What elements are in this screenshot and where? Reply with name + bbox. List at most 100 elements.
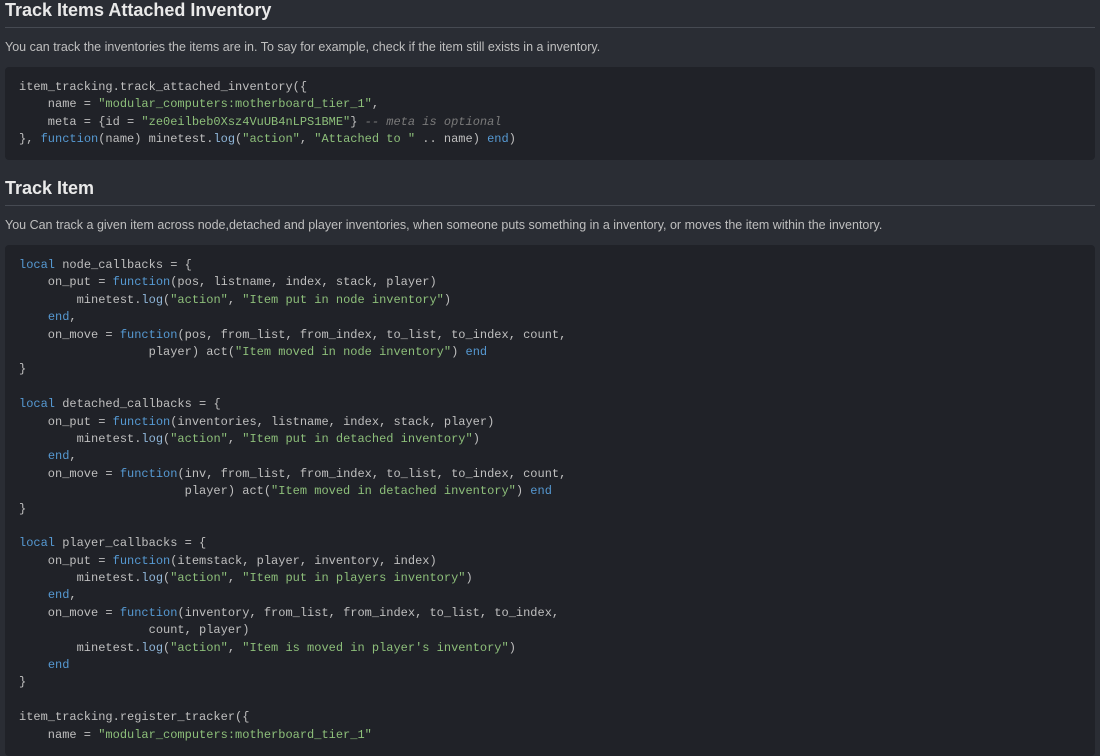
code-keyword: function (41, 132, 99, 146)
code-keyword: local (19, 258, 55, 272)
code-text: , (228, 641, 242, 655)
code-text: } (350, 115, 364, 129)
code-text: , (69, 449, 76, 463)
code-string: "Item moved in node inventory" (235, 345, 451, 359)
code-text: ( (163, 641, 170, 655)
code-text: } (19, 502, 26, 516)
code-text: ) (509, 641, 516, 655)
code-keyword: function (113, 415, 171, 429)
code-text: ) (509, 132, 516, 146)
code-text: , (228, 432, 242, 446)
code-string: "Item put in detached inventory" (242, 432, 472, 446)
code-keyword: end (48, 588, 70, 602)
code-text: (inventory, from_list, from_index, to_li… (177, 606, 559, 620)
code-text: ( (163, 571, 170, 585)
code-text: detached_callbacks = { (55, 397, 221, 411)
code-keyword: function (113, 554, 171, 568)
code-call: log (141, 293, 163, 307)
code-string: "Item put in players inventory" (242, 571, 465, 585)
code-text (19, 658, 48, 672)
code-text: (name) minetest. (98, 132, 213, 146)
code-comment: -- meta is optional (365, 115, 502, 129)
code-text: player_callbacks = { (55, 536, 206, 550)
code-text: on_put = (19, 415, 113, 429)
code-block-attached: item_tracking.track_attached_inventory({… (5, 67, 1095, 161)
code-text (19, 310, 48, 324)
code-string: "action" (170, 641, 228, 655)
code-string: "action" (170, 432, 228, 446)
code-text (19, 449, 48, 463)
code-text: ) (473, 432, 480, 446)
code-text: name = (19, 728, 98, 742)
code-text: name = (19, 97, 98, 111)
code-call: log (141, 432, 163, 446)
code-text: minetest. (19, 641, 141, 655)
code-keyword: function (113, 275, 171, 289)
code-keyword: function (120, 328, 178, 342)
section-heading-attached: Track Items Attached Inventory (5, 0, 1095, 28)
code-text: (itemstack, player, inventory, index) (170, 554, 436, 568)
section-desc-attached: You can track the inventories the items … (5, 38, 1095, 57)
code-keyword: end (466, 345, 488, 359)
code-text: ) (516, 484, 530, 498)
code-string: "Item moved in detached inventory" (271, 484, 516, 498)
code-string: "Attached to " (314, 132, 415, 146)
code-keyword: end (530, 484, 552, 498)
code-call: log (213, 132, 235, 146)
code-string: "Item is moved in player's inventory" (242, 641, 508, 655)
code-keyword: function (120, 467, 178, 481)
code-text: , (228, 293, 242, 307)
code-text: node_callbacks = { (55, 258, 192, 272)
code-text: ) (451, 345, 465, 359)
code-string: "action" (170, 571, 228, 585)
code-text: (inventories, listname, index, stack, pl… (170, 415, 494, 429)
code-string: "ze0eilbeb0Xsz4VuUB4nLPS1BME" (141, 115, 350, 129)
code-text: item_tracking.track_attached_inventory({ (19, 80, 307, 94)
code-text: on_move = (19, 606, 120, 620)
code-text: minetest. (19, 432, 141, 446)
code-text: } (19, 362, 26, 376)
code-string: "modular_computers:motherboard_tier_1" (98, 97, 372, 111)
code-text: , (69, 588, 76, 602)
code-text: } (19, 675, 26, 689)
code-string: "action" (242, 132, 300, 146)
code-keyword: end (487, 132, 509, 146)
code-text: ) (444, 293, 451, 307)
code-text: meta = {id = (19, 115, 141, 129)
code-text: on_move = (19, 467, 120, 481)
code-text: , (372, 97, 379, 111)
code-text: .. name) (415, 132, 487, 146)
code-text: item_tracking.register_tracker({ (19, 710, 249, 724)
code-text: ) (466, 571, 473, 585)
code-text: , (228, 571, 242, 585)
code-call: log (141, 571, 163, 585)
code-text: }, (19, 132, 41, 146)
code-string: "modular_computers:motherboard_tier_1" (98, 728, 372, 742)
code-text: , (69, 310, 76, 324)
code-text: on_put = (19, 275, 113, 289)
code-text: (pos, listname, index, stack, player) (170, 275, 436, 289)
code-string: "action" (170, 293, 228, 307)
code-text: player) act( (19, 484, 271, 498)
code-text: (pos, from_list, from_index, to_list, to… (177, 328, 566, 342)
code-keyword: local (19, 397, 55, 411)
code-text: minetest. (19, 571, 141, 585)
code-text: on_put = (19, 554, 113, 568)
code-text: , (300, 132, 314, 146)
section-desc-track-item: You Can track a given item across node,d… (5, 216, 1095, 235)
code-block-track-item: local node_callbacks = { on_put = functi… (5, 245, 1095, 756)
code-keyword: local (19, 536, 55, 550)
code-text: player) act( (19, 345, 235, 359)
code-keyword: end (48, 449, 70, 463)
code-call: log (141, 641, 163, 655)
code-text: on_move = (19, 328, 120, 342)
code-text: count, player) (19, 623, 249, 637)
code-string: "Item put in node inventory" (242, 293, 444, 307)
code-keyword: function (120, 606, 178, 620)
code-text: minetest. (19, 293, 141, 307)
code-text (19, 588, 48, 602)
code-keyword: end (48, 310, 70, 324)
code-keyword: end (48, 658, 70, 672)
section-heading-track-item: Track Item (5, 178, 1095, 206)
code-text: (inv, from_list, from_index, to_list, to… (177, 467, 566, 481)
